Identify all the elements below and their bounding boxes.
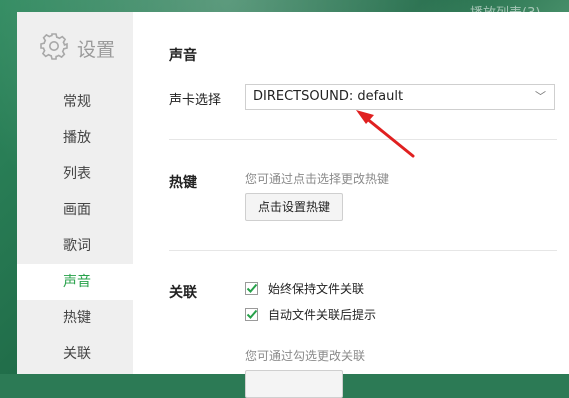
sound-card-label: 声卡选择 bbox=[169, 93, 222, 108]
hotkey-section-title: 热键 bbox=[169, 175, 197, 191]
checkmark-icon bbox=[246, 309, 258, 319]
sound-section-title: 声音 bbox=[169, 48, 197, 64]
association-section-title: 关联 bbox=[169, 285, 197, 301]
hotkey-hint: 您可通过点击选择更改热键 bbox=[245, 172, 390, 186]
sidebar-item-general[interactable]: 常规 bbox=[17, 84, 133, 120]
checkbox[interactable] bbox=[245, 282, 258, 295]
set-hotkey-button[interactable]: 点击设置热键 bbox=[245, 193, 343, 221]
sidebar-item-playback[interactable]: 播放 bbox=[17, 120, 133, 156]
association-option-prompt[interactable]: 自动文件关联后提示 bbox=[245, 306, 376, 323]
sidebar-item-picture[interactable]: 画面 bbox=[17, 192, 133, 228]
sidebar-item-sound[interactable]: 声音 bbox=[17, 264, 133, 300]
association-button-partial[interactable] bbox=[245, 370, 343, 398]
settings-sidebar: 设置 常规 播放 列表 画面 歌词 声音 热键 关联 bbox=[17, 12, 133, 374]
sidebar-header: 设置 bbox=[17, 12, 133, 84]
association-option-keep[interactable]: 始终保持文件关联 bbox=[245, 280, 364, 297]
divider bbox=[169, 139, 557, 140]
settings-content: 声音 声卡选择 DIRECTSOUND: default ﹀ 热键 您可通过点击… bbox=[133, 12, 569, 398]
checkmark-icon bbox=[246, 283, 258, 293]
checkbox-label: 始终保持文件关联 bbox=[268, 282, 365, 296]
checkbox[interactable] bbox=[245, 308, 258, 321]
sidebar-item-lyrics[interactable]: 歌词 bbox=[17, 228, 133, 264]
divider bbox=[169, 250, 557, 251]
gear-icon bbox=[39, 31, 69, 66]
checkbox-label: 自动文件关联后提示 bbox=[268, 308, 377, 322]
sidebar-item-list[interactable]: 列表 bbox=[17, 156, 133, 192]
chevron-down-icon: ﹀ bbox=[535, 90, 546, 103]
sidebar-item-hotkeys[interactable]: 热键 bbox=[17, 300, 133, 336]
sidebar-item-association[interactable]: 关联 bbox=[17, 336, 133, 372]
sound-card-value: DIRECTSOUND: default bbox=[253, 89, 404, 104]
sidebar-title: 设置 bbox=[77, 38, 116, 61]
association-hint: 您可通过勾选更改关联 bbox=[245, 349, 366, 363]
sound-card-select[interactable]: DIRECTSOUND: default ﹀ bbox=[245, 84, 555, 110]
